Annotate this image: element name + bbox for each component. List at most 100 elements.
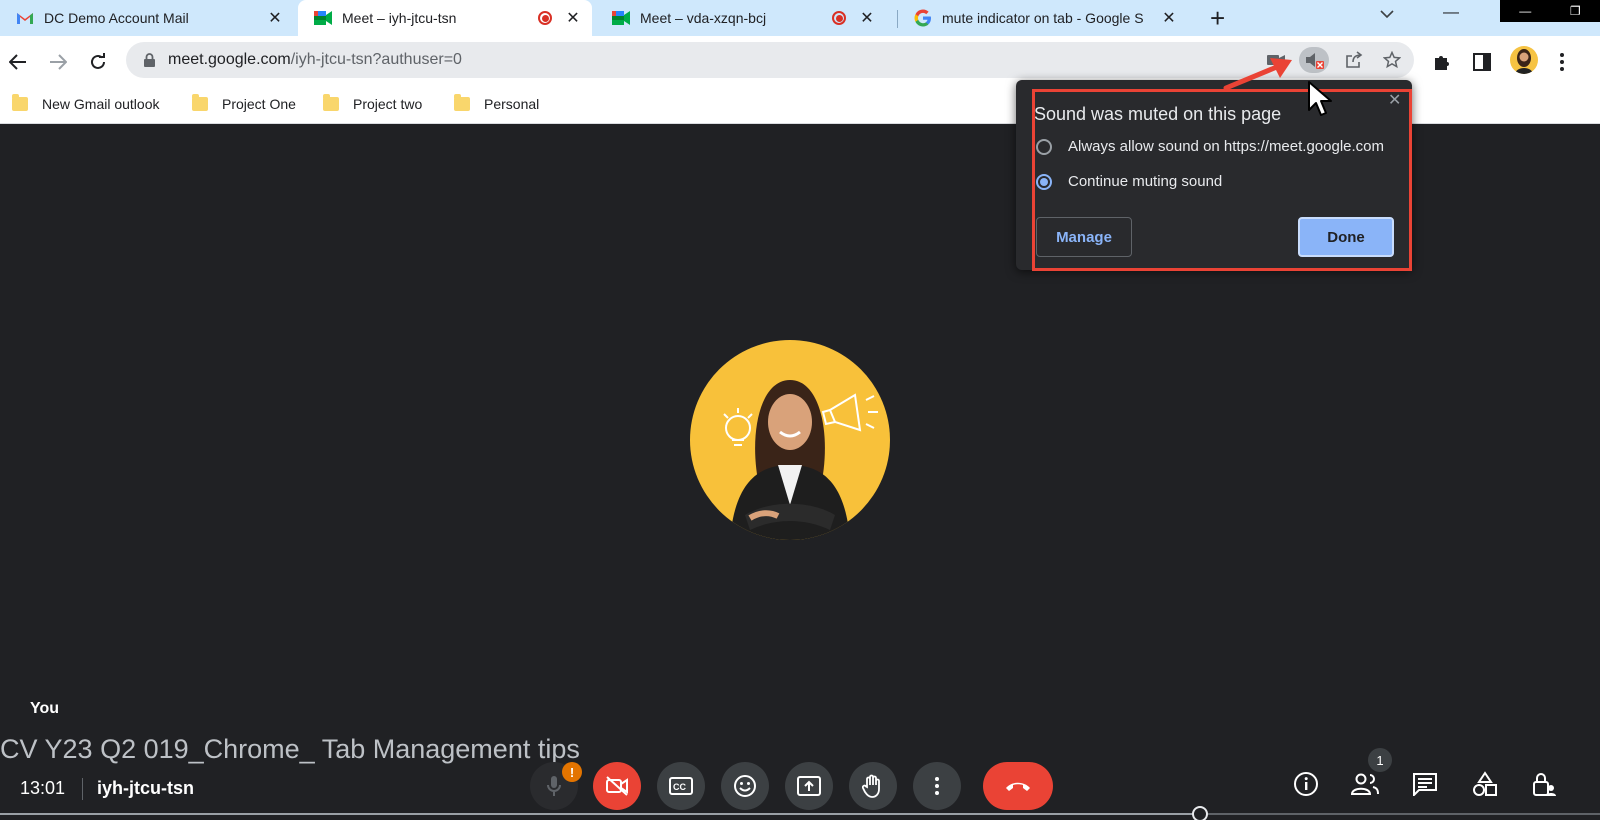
done-button[interactable]: Done [1298,217,1394,257]
video-title-overlay: CV Y23 Q2 019_Chrome_ Tab Management tip… [0,734,580,764]
self-name-label: You [30,700,60,717]
url-path: /iyh-jtcu-tsn?authuser=0 [290,51,462,68]
activities-button[interactable] [1467,766,1503,802]
chat-button[interactable] [1407,766,1443,802]
option-label: Always allow sound on https://meet.googl… [1068,138,1385,155]
video-progress-bar[interactable] [0,806,1600,820]
url-host: meet.google.com [168,51,291,68]
radio-unchecked-icon[interactable] [1036,138,1052,155]
meeting-clock: 13:01 [20,778,66,798]
option-label: Continue muting sound [1068,173,1223,190]
folder-icon [192,94,208,111]
option-continue-muting[interactable]: Continue muting sound [1036,173,1222,190]
captions-button[interactable]: CC [657,762,705,810]
minimize-icon[interactable]: — [1519,4,1531,18]
hang-up-icon [1006,782,1030,791]
raise-hand-icon [862,774,880,798]
meet-icon [612,9,630,27]
close-icon[interactable]: ✕ [266,8,284,28]
captions-icon: CC [669,777,693,795]
side-panel-icon[interactable] [1468,48,1496,76]
leave-call-button[interactable] [983,762,1053,810]
present-screen-icon [797,776,821,796]
option-always-allow[interactable]: Always allow sound on https://meet.googl… [1036,138,1384,155]
manage-button[interactable]: Manage [1036,217,1132,257]
forward-button[interactable] [44,48,72,76]
chrome-menu-icon[interactable] [1548,48,1576,76]
more-options-button[interactable] [913,762,961,810]
gmail-icon [16,9,34,27]
present-screen-button[interactable] [785,762,833,810]
tab-search-icon[interactable] [1380,6,1394,22]
mouse-cursor-icon [1308,81,1332,116]
bookmark-personal[interactable]: Personal [454,94,540,112]
host-controls-button[interactable] [1526,766,1562,802]
google-icon [914,9,932,27]
minimize-button[interactable]: — [1443,4,1459,22]
annotation-arrow-icon [1223,58,1292,91]
radio-checked-icon[interactable] [1036,173,1052,190]
folder-icon [323,94,339,111]
close-icon[interactable]: ✕ [1160,8,1178,28]
address-bar[interactable]: meet.google.com/iyh-jtcu-tsn?authuser=0 [126,42,1414,78]
url-text[interactable]: meet.google.com/iyh-jtcu-tsn?authuser=0 [168,51,462,69]
recording-icon [538,11,552,25]
camera-off-icon [606,776,628,796]
sound-muted-button[interactable] [1299,47,1329,73]
emoji-icon [734,775,756,797]
tab-title: mute indicator on tab - Google S [942,10,1144,26]
reload-button[interactable] [84,48,112,76]
tab-meet-active[interactable]: Meet – iyh-jtcu-tsn ✕ [298,0,592,36]
bookmark-label: Personal [484,96,540,112]
lock-icon[interactable] [144,53,155,72]
video-progress-knob[interactable] [1192,806,1208,820]
speaker-muted-icon [1306,53,1324,69]
restore-icon[interactable]: ❐ [1570,4,1581,18]
profile-avatar[interactable] [1510,46,1538,74]
close-icon[interactable]: ✕ [564,8,582,28]
chat-icon [1413,773,1437,796]
lock-person-icon [1533,773,1556,796]
raise-hand-button[interactable] [849,762,897,810]
tab-gmail[interactable]: DC Demo Account Mail ✕ [0,0,294,36]
more-vert-icon [935,777,939,795]
tab-strip: DC Demo Account Mail ✕ Meet – iyh-jtcu-t… [0,0,1600,36]
meeting-details-button[interactable] [1288,766,1324,802]
close-icon[interactable]: ✕ [858,8,876,28]
svg-text:CC: CC [673,782,686,792]
bookmark-project-one[interactable]: Project One [192,94,296,112]
dialog-title: Sound was muted on this page [1034,104,1282,124]
footer-divider [82,778,83,800]
microphone-icon [547,776,561,796]
activities-icon [1473,771,1497,796]
share-icon[interactable] [1342,49,1366,71]
bookmark-label: Project two [353,96,423,112]
bookmark-new-gmail-outlook[interactable]: New Gmail outlook [12,94,160,112]
back-arrow-icon [9,54,26,70]
bookmark-star-icon[interactable] [1380,49,1404,71]
people-button[interactable] [1347,766,1383,802]
bookmark-project-two[interactable]: Project two [323,94,423,112]
bookmark-label: Project One [222,96,296,112]
sound-muted-dialog: Sound was muted on this page ✕ Always al… [1016,80,1412,270]
meeting-code: iyh-jtcu-tsn [97,778,194,798]
tab-meet-second[interactable]: Meet – vda-xzqn-bcj ✕ [596,0,886,36]
info-icon [1294,772,1318,796]
participant-avatar [690,340,890,540]
new-tab-button[interactable]: + [1210,3,1225,34]
back-button[interactable] [4,48,32,76]
video-progress-fill [0,813,1200,815]
close-icon[interactable]: ✕ [1388,90,1401,110]
reload-icon [91,53,105,69]
tab-title: Meet – vda-xzqn-bcj [640,10,767,26]
recording-icon [832,11,846,25]
camera-toggle-button[interactable] [593,762,641,810]
bookmark-label: New Gmail outlook [42,96,160,112]
forward-arrow-icon [50,54,67,70]
extensions-puzzle-icon[interactable] [1428,48,1456,76]
tab-google-search[interactable]: mute indicator on tab - Google S ✕ [898,0,1188,36]
reactions-button[interactable] [721,762,769,810]
tab-title: Meet – iyh-jtcu-tsn [342,10,457,26]
people-icon [1350,773,1379,795]
meet-icon [314,9,332,27]
